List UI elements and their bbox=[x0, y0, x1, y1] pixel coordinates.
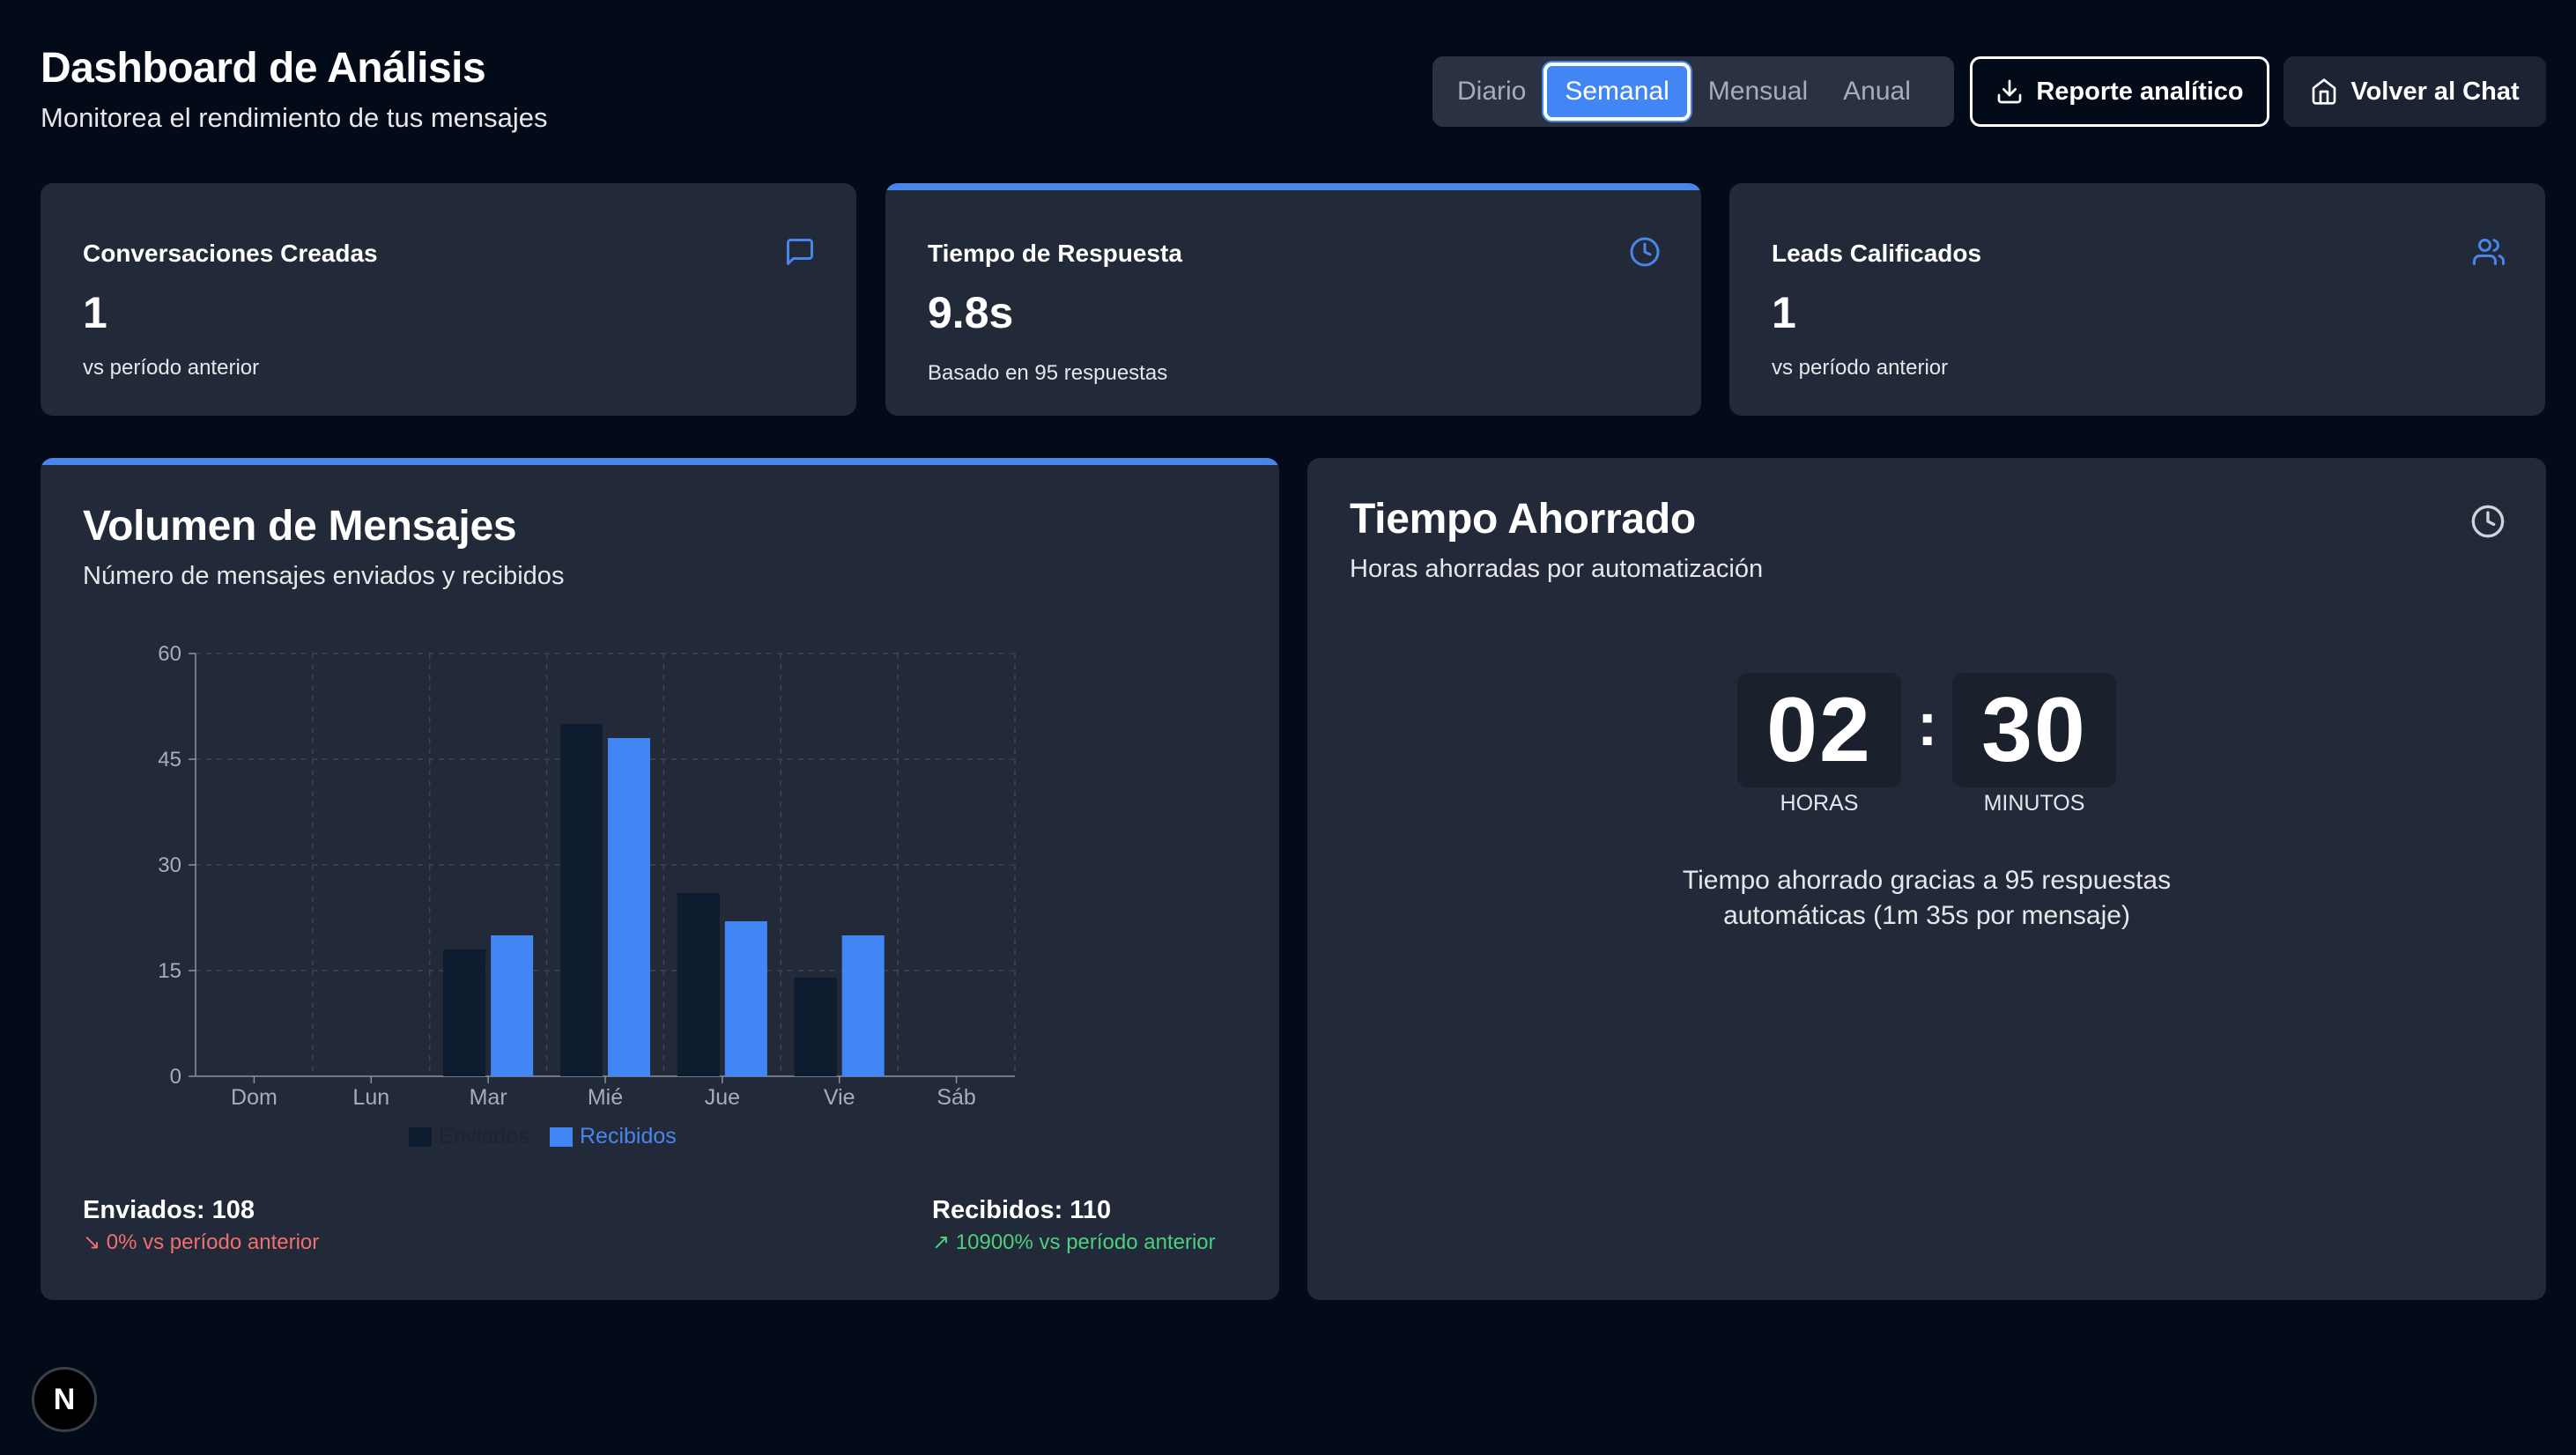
y-tick-label: 15 bbox=[158, 959, 181, 983]
bar-recibidos bbox=[491, 935, 534, 1076]
x-tick-label: Dom bbox=[231, 1085, 278, 1110]
home-icon bbox=[2313, 78, 2336, 105]
x-tick-label: Lun bbox=[352, 1085, 389, 1110]
bar-recibidos bbox=[724, 921, 767, 1076]
time-saved-description-line: automáticas (1m 35s por mensaje) bbox=[1723, 901, 2130, 930]
stat-card-conversations: Conversaciones Creadas 1 vs período ante… bbox=[41, 183, 856, 416]
stat-label: Tiempo de Respuesta bbox=[928, 240, 1182, 267]
clock-icon bbox=[2471, 505, 2505, 538]
clock-icon bbox=[1630, 237, 1660, 267]
bar-enviados bbox=[794, 978, 837, 1076]
back-to-chat-button[interactable]: Volver al Chat bbox=[2284, 56, 2546, 127]
stat-value: 1 bbox=[83, 288, 107, 337]
sent-summary: Enviados: 108 bbox=[83, 1196, 255, 1224]
sent-change: ↘ 0% vs período anterior bbox=[83, 1230, 320, 1254]
stat-note: vs período anterior bbox=[1772, 356, 1949, 380]
received-summary: Recibidos: 110 bbox=[932, 1196, 1112, 1224]
received-change: ↗ 10900% vs período anterior bbox=[932, 1230, 1216, 1254]
analytics-dashboard: Dashboard de Análisis Monitorea el rendi… bbox=[0, 0, 2576, 1455]
panel-subtitle: Horas ahorradas por automatización bbox=[1350, 555, 1764, 583]
hours-display: 02 bbox=[1737, 673, 1901, 787]
bar-enviados bbox=[677, 893, 720, 1076]
time-separator: : bbox=[1917, 690, 1938, 758]
period-anual-button[interactable]: Anual bbox=[1825, 63, 1928, 121]
bar-recibidos bbox=[841, 935, 885, 1076]
stat-value: 9.8s bbox=[928, 288, 1014, 337]
bar-enviados bbox=[443, 949, 486, 1076]
period-diario-button[interactable]: Diario bbox=[1440, 63, 1543, 121]
panel-title: Tiempo Ahorrado bbox=[1350, 496, 1696, 543]
report-button[interactable]: Reporte analítico bbox=[1970, 56, 2269, 127]
period-selector: Diario Semanal Mensual Anual bbox=[1432, 56, 1954, 127]
time-saved-description: Tiempo ahorrado gracias a 95 respuestas … bbox=[1307, 863, 2546, 934]
legend-label: Enviados bbox=[439, 1124, 529, 1148]
back-to-chat-label: Volver al Chat bbox=[2350, 77, 2520, 106]
message-volume-chart: 0 15 30 45 60 Dom Lun Mar Mié Jue Vie Sáb Enviados Re… bbox=[158, 642, 1016, 1148]
minutes-label: MINUTOS bbox=[1983, 791, 2085, 816]
y-tick-label: 30 bbox=[158, 853, 181, 877]
y-tick-label: 60 bbox=[158, 642, 181, 666]
legend-swatch bbox=[409, 1127, 432, 1147]
next-dev-badge[interactable]: N bbox=[32, 1367, 97, 1432]
minutes-display: 30 bbox=[1952, 673, 2116, 787]
period-semanal-button[interactable]: Semanal bbox=[1543, 63, 1691, 121]
y-tick-label: 0 bbox=[170, 1065, 181, 1089]
time-saved-description-line: Tiempo ahorrado gracias a 95 respuestas bbox=[1682, 866, 2172, 895]
legend-swatch bbox=[550, 1127, 573, 1147]
message-volume-panel: Volumen de Mensajes Número de mensajes e… bbox=[41, 458, 1279, 1300]
stat-label: Leads Calificados bbox=[1772, 240, 1982, 267]
stat-note: vs período anterior bbox=[83, 356, 260, 380]
page-subtitle: Monitorea el rendimiento de tus mensajes bbox=[41, 102, 548, 133]
time-saved-panel: Tiempo Ahorrado Horas ahorradas por auto… bbox=[1307, 458, 2546, 1300]
report-button-label: Reporte analítico bbox=[2036, 77, 2244, 106]
legend-label: Recibidos bbox=[580, 1124, 677, 1148]
x-tick-label: Jue bbox=[705, 1085, 740, 1110]
x-tick-label: Mié bbox=[588, 1085, 623, 1110]
hours-label: HORAS bbox=[1780, 791, 1859, 816]
bar-enviados bbox=[560, 724, 603, 1076]
x-tick-label: Vie bbox=[824, 1085, 855, 1110]
bar-recibidos bbox=[608, 738, 650, 1076]
download-icon bbox=[1998, 79, 2022, 104]
stat-card-response-time: Tiempo de Respuesta 9.8s Basado en 95 re… bbox=[885, 183, 1701, 416]
stat-card-leads: Leads Calificados 1 vs período anterior bbox=[1729, 183, 2545, 416]
stat-note: Basado en 95 respuestas bbox=[928, 361, 1168, 385]
x-tick-label: Sáb bbox=[936, 1085, 975, 1110]
stat-label: Conversaciones Creadas bbox=[83, 240, 378, 267]
period-mensual-button[interactable]: Mensual bbox=[1691, 63, 1825, 121]
x-tick-label: Mar bbox=[470, 1085, 507, 1110]
y-tick-label: 45 bbox=[158, 748, 181, 772]
page-title: Dashboard de Análisis bbox=[41, 45, 486, 92]
stat-value: 1 bbox=[1772, 288, 1796, 337]
users-icon bbox=[2473, 239, 2505, 265]
message-square-icon bbox=[787, 239, 813, 265]
